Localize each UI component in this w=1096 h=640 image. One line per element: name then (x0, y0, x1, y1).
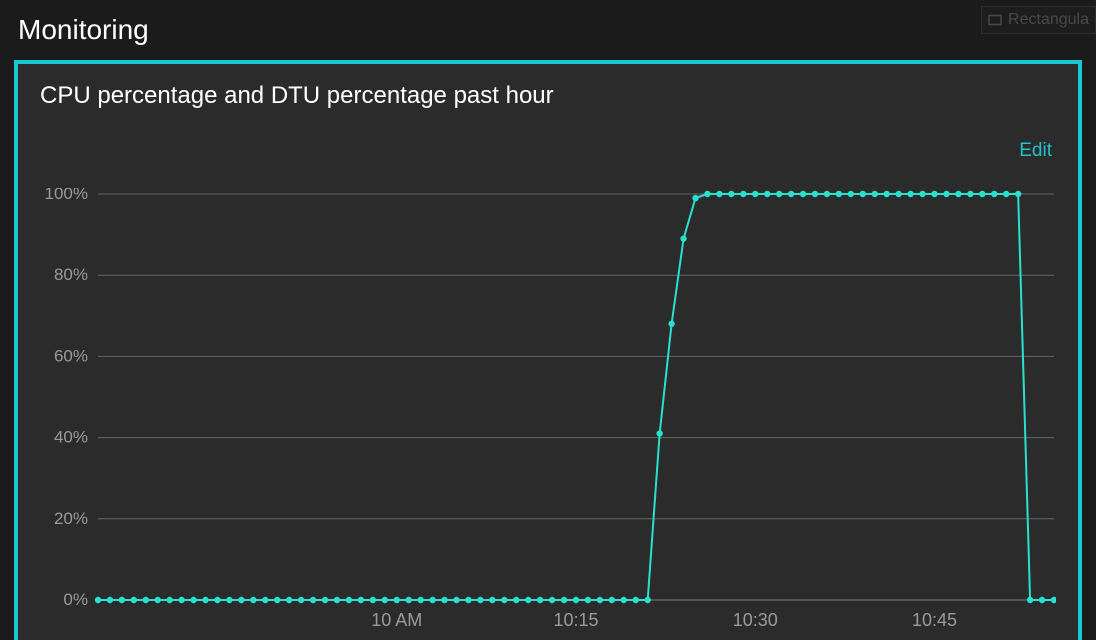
svg-text:80%: 80% (54, 265, 88, 284)
svg-text:10 AM: 10 AM (371, 610, 422, 630)
svg-text:10:15: 10:15 (553, 610, 598, 630)
svg-text:100%: 100% (45, 188, 88, 203)
svg-text:20%: 20% (54, 509, 88, 528)
chart-card: CPU percentage and DTU percentage past h… (14, 60, 1082, 640)
chart-title: CPU percentage and DTU percentage past h… (18, 64, 1078, 110)
rectangular-snip-label: Rectangula (1008, 11, 1089, 29)
rectangle-icon (988, 13, 1002, 27)
line-chart: 0% 20% 40% 60% 80% 100% 10 AM 10:15 10:30 10:45 (40, 188, 1056, 636)
svg-text:0%: 0% (63, 590, 88, 609)
svg-text:60%: 60% (54, 346, 88, 365)
svg-text:10:30: 10:30 (733, 610, 778, 630)
rectangular-snip-button[interactable]: Rectangula (981, 6, 1096, 34)
svg-text:10:45: 10:45 (912, 610, 957, 630)
chart-plot-area: 0% 20% 40% 60% 80% 100% 10 AM 10:15 10:30 10:45 (40, 188, 1056, 636)
section-title: Monitoring (0, 0, 1096, 54)
svg-text:40%: 40% (54, 428, 88, 447)
edit-link[interactable]: Edit (1019, 140, 1052, 162)
